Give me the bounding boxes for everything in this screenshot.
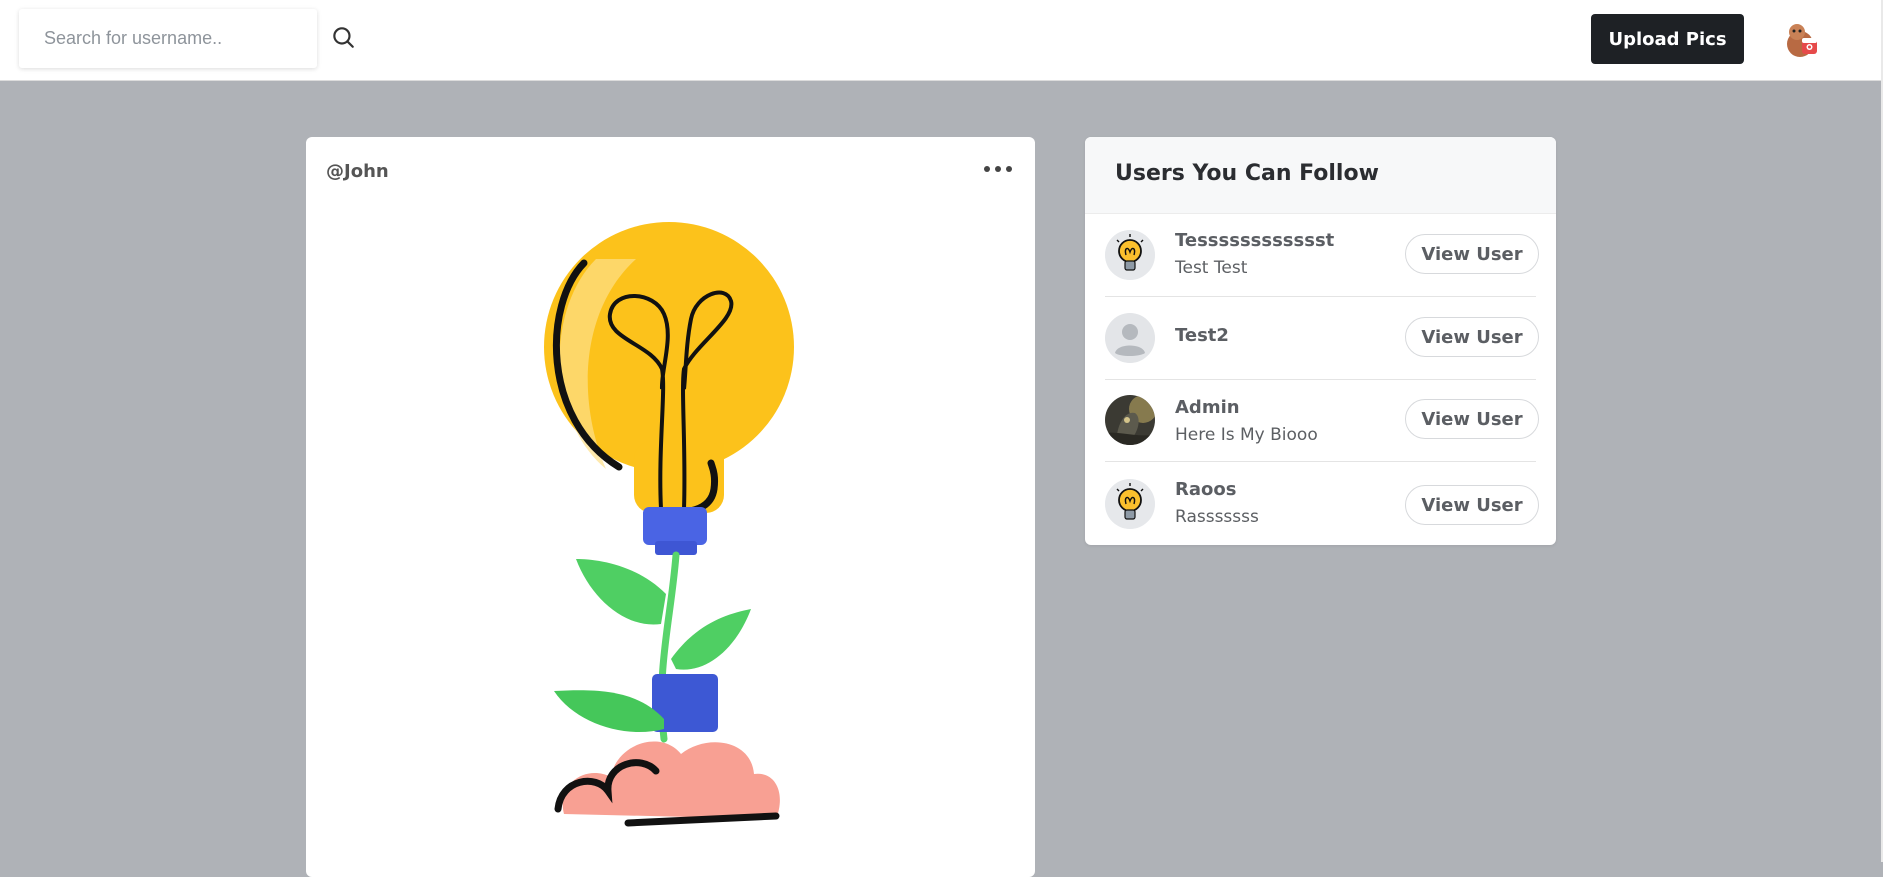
view-user-button[interactable]: View User: [1405, 485, 1539, 525]
user-row: Raoos Rasssssss View User: [1105, 463, 1539, 545]
view-user-button[interactable]: View User: [1405, 234, 1539, 274]
user-bio: Here Is My Biooo: [1175, 425, 1318, 445]
user-row: Test2 View User: [1105, 297, 1539, 380]
more-horizontal-icon[interactable]: [981, 157, 1015, 181]
lightbulb-avatar-icon[interactable]: [1105, 479, 1155, 529]
lightbulb-avatar-icon[interactable]: [1105, 230, 1155, 280]
follow-card-title: Users You Can Follow: [1115, 161, 1379, 186]
top-navbar: Upload Pics: [0, 0, 1881, 81]
user-row: Admin Here Is My Biooo View User: [1105, 379, 1539, 462]
post-card: @John: [306, 137, 1035, 877]
user-avatar-icon[interactable]: [1781, 18, 1823, 60]
user-name[interactable]: Tesssssssssssst: [1175, 230, 1334, 251]
user-name[interactable]: Raoos: [1175, 479, 1236, 500]
user-bio: Rasssssss: [1175, 507, 1259, 527]
users-to-follow-card: Users You Can Follow Tesssssssssssst Tes…: [1085, 137, 1556, 545]
user-bio: Test Test: [1175, 258, 1248, 278]
user-name[interactable]: Admin: [1175, 397, 1240, 418]
view-user-button[interactable]: View User: [1405, 399, 1539, 439]
user-name[interactable]: Test2: [1175, 325, 1229, 346]
lightbulb-plant-illustration: [544, 222, 794, 827]
search-input[interactable]: [19, 9, 317, 68]
search-icon[interactable]: [330, 24, 356, 50]
search-box: [19, 9, 317, 68]
default-person-avatar-icon[interactable]: [1105, 313, 1155, 363]
follow-card-header: Users You Can Follow: [1085, 137, 1556, 214]
post-username[interactable]: @John: [326, 161, 389, 182]
user-row: Tesssssssssssst Test Test View User: [1105, 214, 1539, 297]
photo-avatar[interactable]: [1105, 395, 1155, 445]
upload-pics-button[interactable]: Upload Pics: [1591, 14, 1744, 64]
view-user-button[interactable]: View User: [1405, 317, 1539, 357]
